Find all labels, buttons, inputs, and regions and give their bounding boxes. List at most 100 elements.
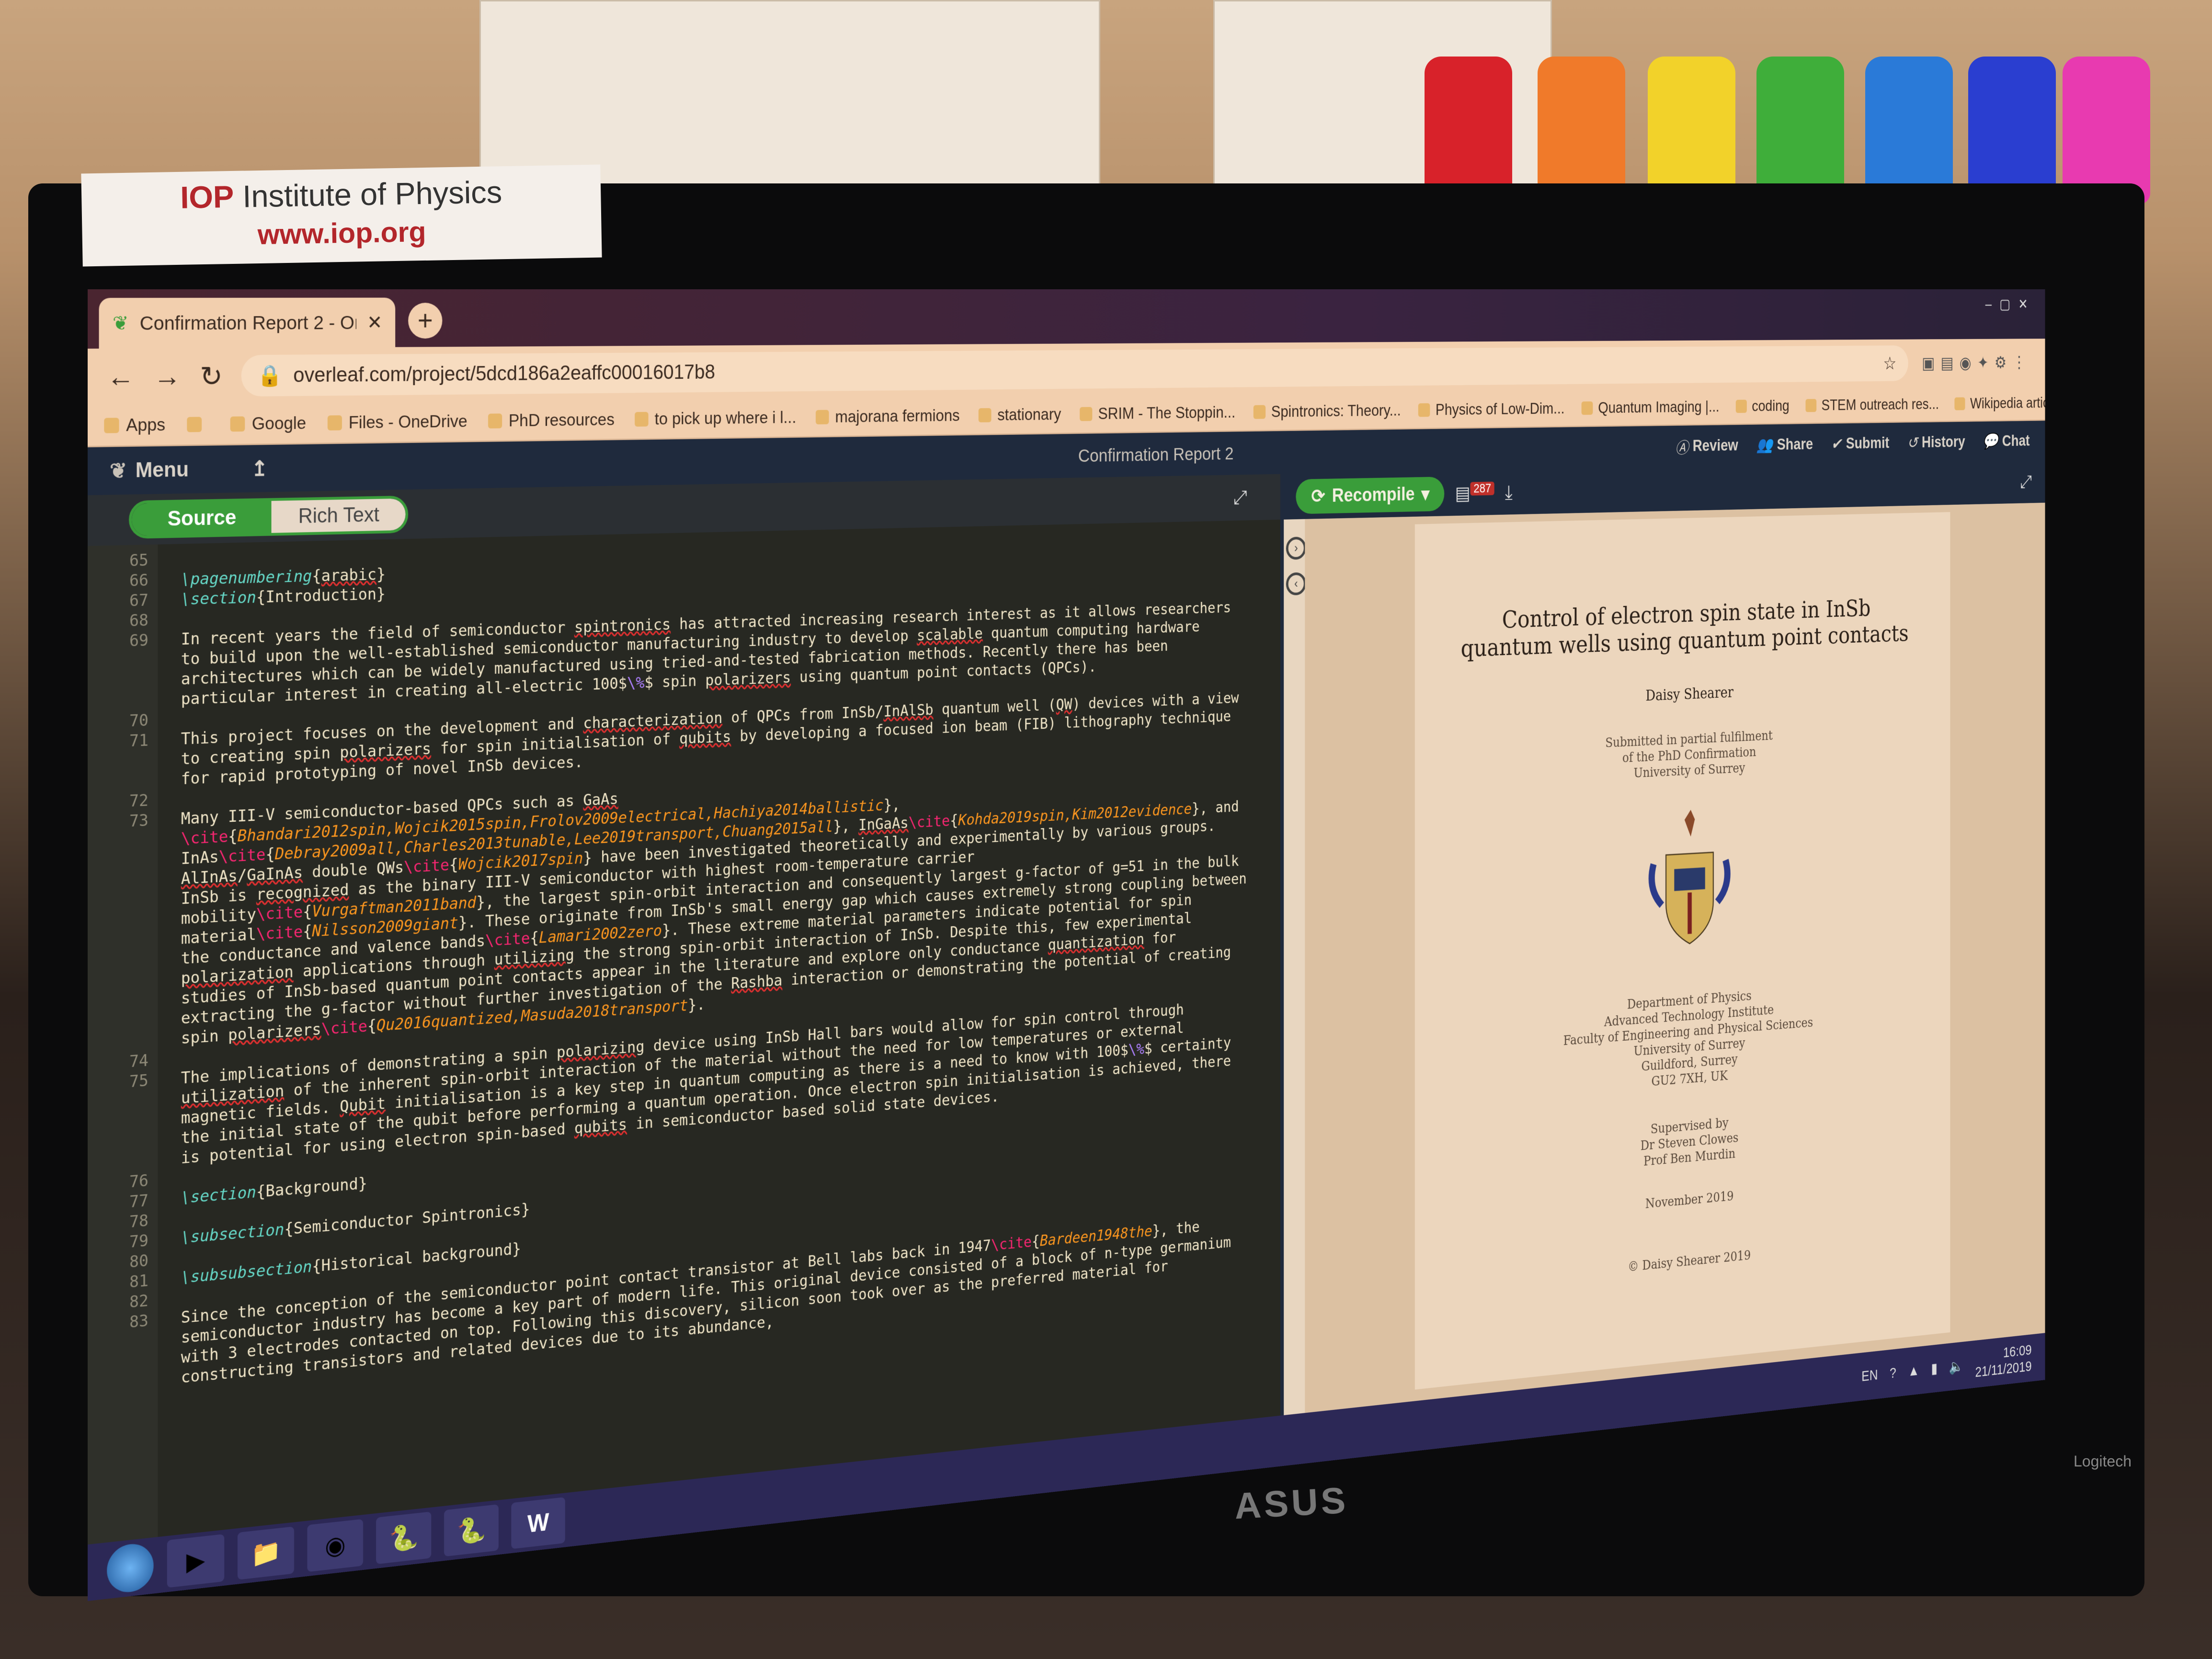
extension-icons[interactable]: ▣▤◉✦⚙⋮: [1922, 352, 2031, 373]
math-escape: \%: [627, 673, 645, 693]
bookmark-label: STEM outreach res...: [1821, 395, 1939, 414]
taskbar-python[interactable]: 🐍: [444, 1504, 499, 1557]
start-button[interactable]: [107, 1542, 154, 1595]
taskbar-python-idle[interactable]: 🐍: [376, 1511, 432, 1565]
bookmark-star-icon[interactable]: ☆: [1883, 353, 1897, 374]
window-controls[interactable]: –▢✕: [1985, 296, 2036, 313]
new-tab-button[interactable]: +: [408, 303, 443, 339]
taskbar-file-explorer[interactable]: 📁: [237, 1526, 294, 1580]
monitor-screen: ❦ Confirmation Report 2 - Online L ✕ + –…: [88, 289, 2045, 1601]
word-icon: W: [527, 1508, 549, 1538]
bookmark-item[interactable]: STEM outreach res...: [1805, 395, 1939, 414]
submit-label: Submit: [1846, 434, 1890, 452]
misspelled-word: polarizers: [340, 739, 432, 762]
bookmark-item[interactable]: Physics of Low-Dim...: [1418, 399, 1564, 419]
expand-icon[interactable]: ⤢: [1233, 487, 1247, 509]
clock[interactable]: 16:09 21/11/2019: [1975, 1341, 2031, 1381]
code-editor[interactable]: 65 66 \pagenumbering{arabic} 67 \section{In…: [88, 519, 1281, 1545]
volume-icon[interactable]: 🔈: [1949, 1357, 1963, 1375]
periodic-table-poster: [479, 0, 1100, 191]
source-mode-button[interactable]: Source: [131, 500, 272, 536]
iop-logo: IOP: [180, 179, 234, 215]
bookmark-item[interactable]: Quantum Imaging |...: [1581, 398, 1719, 417]
bookmark-item[interactable]: SRIM - The Stoppin...: [1079, 403, 1235, 423]
reload-icon[interactable]: ↻: [200, 360, 223, 393]
toy-figure-red: [1425, 57, 1512, 205]
up-arrow-icon[interactable]: ↥: [251, 456, 268, 481]
bookmark-icon: [1253, 405, 1266, 419]
text-run: }: [376, 565, 386, 584]
text-run: {: [303, 902, 312, 922]
bookmark-item[interactable]: PhD resources: [488, 410, 615, 431]
bookmark-label: stationary: [997, 405, 1061, 424]
bookmark-item[interactable]: Google: [230, 413, 306, 434]
overleaf-logo-icon: ❦: [110, 459, 127, 483]
bookmark-label: Physics of Low-Dim...: [1435, 399, 1565, 419]
text-run: }.: [688, 995, 706, 1015]
pane-divider[interactable]: › ‹: [1280, 519, 1306, 1416]
cite-command: \cite: [908, 812, 950, 832]
recompile-button[interactable]: ⟳ Recompile ▾: [1296, 476, 1445, 514]
editor-mode-toggle[interactable]: Source Rich Text: [129, 495, 409, 539]
bookmark-item[interactable]: [187, 416, 209, 432]
bookmark-icon: [1581, 401, 1593, 415]
bookmark-icon: [634, 411, 649, 427]
bookmark-item[interactable]: majorana fermions: [815, 406, 960, 427]
help-icon[interactable]: ?: [1890, 1365, 1896, 1382]
chat-button[interactable]: 💬 Chat: [1983, 430, 2030, 453]
media-player-icon: ▶: [186, 1545, 205, 1576]
logs-button[interactable]: ▤ 287: [1455, 481, 1495, 504]
bookmark-label: PhD resources: [508, 409, 615, 430]
rich-text-mode-button[interactable]: Rich Text: [271, 498, 406, 533]
bookmark-icon: [187, 416, 202, 432]
cite-command: \cite: [181, 827, 228, 849]
bookmark-item[interactable]: stationary: [979, 405, 1061, 424]
taskbar-media-player[interactable]: ▶: [167, 1534, 225, 1588]
bookmark-item[interactable]: Apps: [104, 415, 165, 435]
history-button[interactable]: ↺ History: [1907, 431, 1965, 454]
text-run: {: [228, 827, 238, 846]
browser-tab-active[interactable]: ❦ Confirmation Report 2 - Online L ✕: [99, 297, 396, 349]
cite-command: \cite: [485, 929, 530, 951]
bookmark-label: coding: [1752, 397, 1790, 414]
url-bar[interactable]: 🔒 overleaf.com/project/5dcd186a2eaffc000…: [241, 345, 1908, 397]
share-icon: 👥: [1756, 436, 1773, 454]
language-indicator[interactable]: EN: [1861, 1367, 1878, 1385]
taskbar-chrome[interactable]: ◉: [307, 1519, 364, 1572]
download-pdf-icon[interactable]: ⤓: [1505, 480, 1513, 504]
misspelled-word: polarizers: [705, 668, 791, 690]
toy-figure-yellow: [1648, 57, 1735, 205]
misspelled-word: GaAs: [583, 789, 618, 810]
tab-title: Confirmation Report 2 - Online L: [139, 311, 356, 334]
close-tab-icon[interactable]: ✕: [367, 311, 382, 334]
university-crest-icon: [1643, 809, 1735, 969]
bookmark-item[interactable]: Files - OneDrive: [327, 411, 467, 432]
line-number: 69: [129, 631, 148, 651]
sync-to-code-icon[interactable]: ‹: [1286, 572, 1306, 596]
text-run: {: [367, 1016, 376, 1036]
bookmark-icon: [1418, 403, 1430, 417]
expand-pdf-icon[interactable]: ⤢: [2020, 472, 2032, 492]
bookmark-item[interactable]: to pick up where i l...: [634, 408, 796, 429]
misspelled-word: Rashba: [731, 971, 783, 993]
submit-button[interactable]: ✔ Submit: [1831, 432, 1890, 455]
network-icon[interactable]: ▮: [1931, 1360, 1938, 1377]
pdf-preview[interactable]: Control of electron spin state in InSb q…: [1305, 502, 2045, 1413]
chevron-down-icon[interactable]: ▾: [1421, 483, 1429, 505]
bookmark-icon: [1079, 407, 1093, 421]
show-hidden-icons[interactable]: ▲: [1908, 1362, 1919, 1379]
share-button[interactable]: 👥 Share: [1756, 433, 1813, 456]
forward-icon[interactable]: →: [154, 360, 181, 393]
menu-button[interactable]: ❦ Menu ↥: [110, 456, 268, 483]
bookmark-item[interactable]: Spintronics: Theory...: [1253, 401, 1401, 421]
taskbar-word[interactable]: W: [511, 1497, 565, 1549]
bookmark-item[interactable]: coding: [1735, 397, 1790, 415]
review-icon: Ⓐ: [1675, 439, 1688, 457]
bookmark-item[interactable]: Wikipedia articles t...: [1954, 394, 2045, 412]
sync-to-pdf-icon[interactable]: ›: [1286, 536, 1306, 560]
misspelled-word: InGaAs: [858, 814, 909, 835]
review-button[interactable]: Ⓐ Review: [1675, 434, 1738, 457]
back-icon[interactable]: ←: [107, 360, 135, 393]
share-label: Share: [1777, 435, 1813, 454]
misspelled-word: arabic: [321, 565, 376, 586]
